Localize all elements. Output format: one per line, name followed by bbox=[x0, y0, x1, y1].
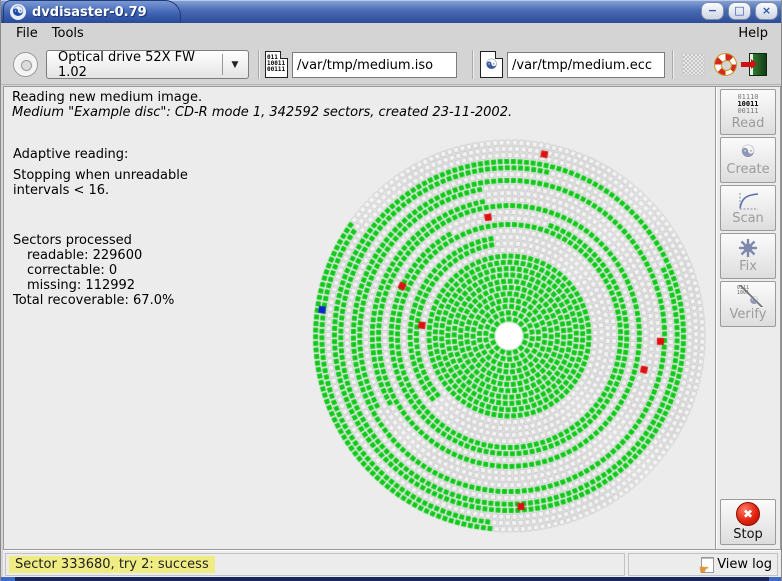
preferences-icon-disabled bbox=[682, 53, 705, 76]
window-title: dvdisaster-0.79 bbox=[32, 5, 147, 20]
menu-file[interactable]: File bbox=[9, 25, 45, 42]
status-line-primary: Reading new medium image. bbox=[12, 90, 202, 105]
chevron-down-icon[interactable]: ▼ bbox=[222, 54, 247, 75]
reading-info-panel: Adaptive reading: Stopping when unreadab… bbox=[13, 147, 188, 308]
stopping-rule-line2: intervals < 16. bbox=[13, 183, 188, 198]
drive-select[interactable]: Optical drive 52X FW 1.02 ▼ bbox=[46, 50, 249, 79]
menubar: File Tools Help bbox=[1, 23, 782, 44]
create-button[interactable]: ☯ Create bbox=[720, 137, 776, 183]
image-file-input[interactable] bbox=[292, 52, 457, 78]
action-sidebar: 01110 10011 00111 Read ☯ Create Scan bbox=[715, 87, 780, 549]
log-document-icon: ☛ bbox=[701, 557, 714, 573]
quit-button[interactable] bbox=[743, 53, 768, 78]
app-yinyang-icon: ☯ bbox=[10, 4, 26, 20]
sectors-heading: Sectors processed bbox=[13, 233, 188, 248]
window-bottom-frame bbox=[1, 577, 782, 581]
toolbar-separator bbox=[672, 50, 674, 79]
minimize-button[interactable]: − bbox=[701, 2, 724, 20]
app-window: ☯ dvdisaster-0.79 − □ × File Tools Help … bbox=[0, 0, 782, 581]
stop-button-label: Stop bbox=[733, 527, 763, 542]
stop-x-icon: ✖ bbox=[736, 502, 760, 526]
total-recoverable: Total recoverable: 67.0% bbox=[13, 293, 188, 308]
toolbar-separator bbox=[472, 50, 474, 79]
window-controls: − □ × bbox=[701, 2, 778, 20]
lifebelt-icon bbox=[714, 53, 737, 76]
pointing-hand-icon: ☛ bbox=[699, 564, 709, 575]
maximize-button[interactable]: □ bbox=[728, 2, 751, 20]
fix-button[interactable]: Fix bbox=[720, 233, 776, 279]
status-line-medium-info: Medium "Example disc": CD-R mode 1, 3425… bbox=[12, 105, 512, 120]
toolbar: Optical drive 52X FW 1.02 ▼ 011100110011… bbox=[1, 44, 782, 85]
image-file-icon: 0111001100111 bbox=[265, 51, 288, 78]
disc-spiral-canvas bbox=[300, 127, 724, 551]
drive-select-value: Optical drive 52X FW 1.02 bbox=[47, 50, 222, 80]
read-button-label: Read bbox=[732, 116, 765, 131]
statusbar: Sector 333680, try 2: success ☛ View log bbox=[3, 549, 781, 577]
read-button[interactable]: 01110 10011 00111 Read bbox=[720, 89, 776, 135]
sectors-readable: readable: 229600 bbox=[13, 248, 188, 263]
statusbar-message-frame: Sector 333680, try 2: success bbox=[5, 553, 625, 576]
content-panel: Reading new medium image. Medium "Exampl… bbox=[3, 86, 781, 549]
sectors-missing: missing: 112992 bbox=[13, 278, 188, 293]
title-tab: ☯ dvdisaster-0.79 bbox=[3, 0, 181, 23]
stop-button[interactable]: ✖ Stop bbox=[720, 499, 776, 545]
scan-button-label: Scan bbox=[732, 211, 764, 226]
exit-door-icon bbox=[749, 53, 767, 76]
fix-button-label: Fix bbox=[739, 259, 757, 274]
close-button[interactable]: × bbox=[755, 2, 778, 20]
view-log-label: View log bbox=[717, 557, 772, 572]
image-file-icon-bits: 0111001100111 bbox=[267, 55, 285, 73]
verify-button-label: Verify bbox=[730, 307, 767, 322]
ecc-file-yinyang-icon: ☯ bbox=[481, 52, 502, 77]
read-icon: 01110 10011 00111 bbox=[737, 94, 758, 115]
toolbar-separator bbox=[258, 50, 260, 79]
menu-help[interactable]: Help bbox=[731, 25, 775, 42]
create-button-label: Create bbox=[726, 162, 769, 177]
spacer bbox=[13, 198, 188, 233]
ecc-file-input[interactable] bbox=[507, 52, 665, 78]
stopping-rule-line1: Stopping when unreadable bbox=[13, 168, 188, 183]
reading-mode-heading: Adaptive reading: bbox=[13, 147, 188, 162]
help-button[interactable] bbox=[714, 53, 739, 78]
create-yinyang-icon: ☯ bbox=[740, 143, 755, 161]
exit-arrow-icon bbox=[741, 62, 751, 67]
menu-tools[interactable]: Tools bbox=[45, 25, 91, 42]
verify-button[interactable]: 0111 1001 ☯ Verify bbox=[720, 281, 776, 327]
ecc-file-icon: ☯ bbox=[480, 51, 503, 78]
preferences-button[interactable] bbox=[682, 53, 707, 78]
sectors-correctable: correctable: 0 bbox=[13, 263, 188, 278]
scan-button[interactable]: Scan bbox=[720, 185, 776, 231]
view-log-button[interactable]: ☛ View log bbox=[628, 553, 778, 576]
optical-disc-icon bbox=[13, 52, 38, 77]
fix-gear-icon bbox=[738, 238, 758, 258]
statusbar-message: Sector 333680, try 2: success bbox=[9, 556, 215, 573]
verify-icon: 0111 1001 ☯ bbox=[737, 286, 759, 306]
scan-curve-icon bbox=[737, 191, 759, 210]
titlebar: ☯ dvdisaster-0.79 − □ × bbox=[1, 0, 782, 23]
